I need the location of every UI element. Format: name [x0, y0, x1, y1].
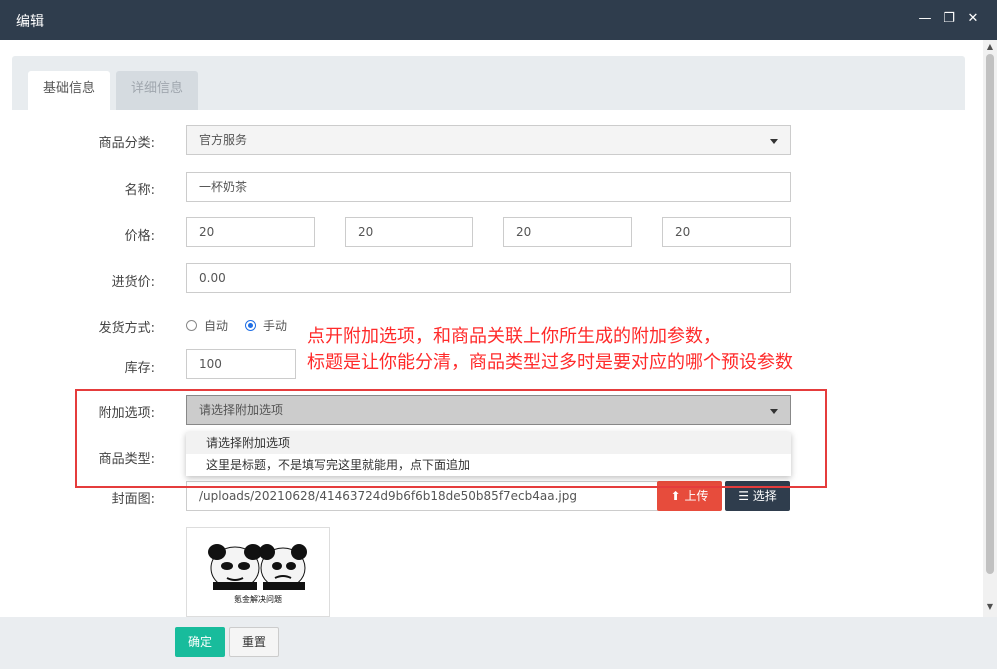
tab-detail-info[interactable]: 详细信息	[116, 71, 198, 110]
delivery-label: 发货方式:	[98, 321, 155, 336]
name-input[interactable]: 一杯奶茶	[186, 172, 791, 202]
category-value: 官方服务	[199, 133, 248, 147]
tab-basic-info[interactable]: 基础信息	[28, 71, 110, 110]
radio-auto-indicator	[186, 320, 197, 331]
window-titlebar: 编辑 — ❐ ✕	[0, 0, 997, 40]
cost-input[interactable]: 0.00	[186, 263, 791, 293]
scroll-down-icon[interactable]: ▼	[983, 602, 997, 614]
panda-meme-image: 氪金解决问题	[208, 544, 307, 604]
choose-label: 选择	[752, 489, 777, 503]
annotation-highlight-box	[75, 389, 827, 488]
name-label: 名称:	[124, 183, 155, 198]
form-scroll-area: 基础信息 详细信息 商品分类: 官方服务 名称: 一杯奶茶 价格: 20 20 …	[0, 40, 997, 617]
price-input-1[interactable]: 20	[186, 217, 315, 247]
annotation-line-2: 标题是让你能分清，商品类型过多时是要对应的哪个预设参数	[307, 352, 793, 373]
radio-manual-indicator	[245, 320, 256, 331]
price-input-3[interactable]: 20	[503, 217, 632, 247]
radio-auto-label: 自动	[204, 319, 229, 333]
upload-label: 上传	[684, 489, 709, 503]
delivery-radio-group: 自动 手动	[186, 317, 326, 333]
stock-input[interactable]: 100	[186, 349, 296, 379]
cover-label: 封面图:	[111, 492, 155, 507]
price-input-4[interactable]: 20	[662, 217, 791, 247]
scroll-up-icon[interactable]: ▲	[983, 42, 997, 54]
cover-thumbnail: 氪金解决问题	[186, 527, 330, 617]
minimize-icon[interactable]: —	[916, 10, 934, 28]
close-icon[interactable]: ✕	[964, 10, 982, 28]
form-footer: 确定 重置	[0, 617, 997, 669]
chevron-down-icon	[770, 139, 778, 144]
scrollbar[interactable]: ▲ ▼	[983, 40, 997, 617]
price-label: 价格:	[124, 229, 155, 244]
cost-label: 进货价:	[111, 275, 155, 290]
maximize-icon[interactable]: ❐	[940, 10, 958, 28]
category-label: 商品分类:	[98, 136, 155, 151]
reset-button[interactable]: 重置	[229, 627, 279, 657]
upload-icon: ⬆	[670, 489, 681, 503]
price-input-2[interactable]: 20	[345, 217, 473, 247]
category-select[interactable]: 官方服务	[186, 125, 791, 155]
tab-bar: 基础信息 详细信息	[12, 56, 965, 110]
stock-label: 库存:	[124, 361, 155, 376]
scrollbar-thumb[interactable]	[986, 54, 994, 574]
thumb-caption: 氪金解决问题	[234, 594, 282, 604]
radio-manual-label: 手动	[263, 319, 288, 333]
confirm-button[interactable]: 确定	[175, 627, 225, 657]
radio-manual[interactable]: 手动	[245, 317, 287, 334]
annotation-line-1: 点开附加选项，和商品关联上你所生成的附加参数，	[307, 326, 721, 347]
window-title: 编辑	[16, 14, 44, 30]
list-icon: ☰	[738, 489, 749, 503]
radio-auto[interactable]: 自动	[186, 317, 228, 334]
